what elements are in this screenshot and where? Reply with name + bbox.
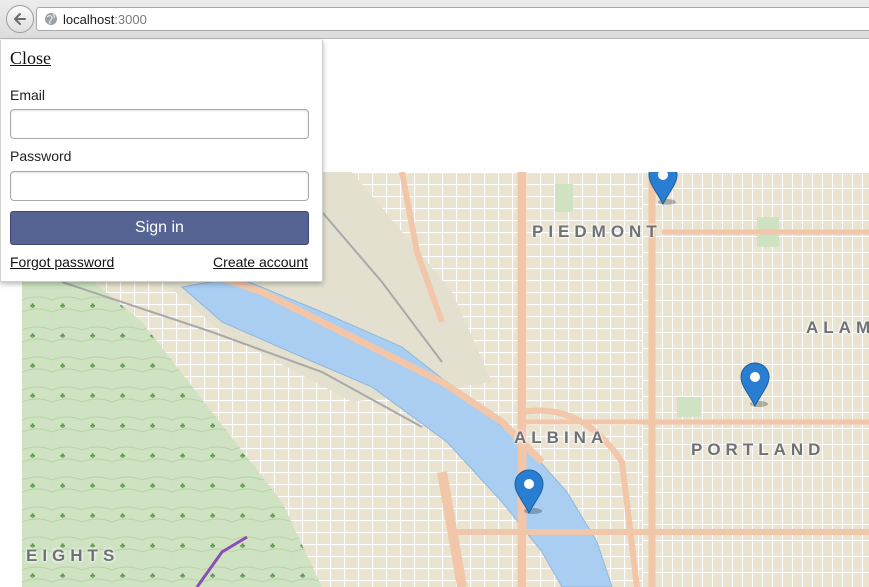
globe-icon	[44, 11, 60, 27]
email-label: Email	[10, 87, 46, 103]
url-host: localhost	[63, 11, 115, 27]
password-field[interactable]	[10, 171, 309, 201]
browser-toolbar: localhost:3000	[0, 0, 869, 39]
back-arrow-icon	[14, 13, 26, 25]
map-marker-icon[interactable]	[739, 362, 771, 408]
map-marker-icon[interactable]	[513, 469, 545, 515]
map-marker-icon[interactable]	[647, 172, 679, 206]
district-label-portland: PORTLAND	[691, 440, 826, 459]
sign-in-button[interactable]: Sign in	[10, 211, 309, 245]
district-label-heights: EIGHTS	[26, 546, 120, 565]
address-bar[interactable]: localhost:3000	[36, 7, 869, 31]
login-panel: Close Email Password Sign in Forgot pass…	[0, 40, 323, 282]
back-button[interactable]	[6, 5, 34, 33]
url-port: :3000	[114, 11, 147, 27]
district-label-albina: ALBINA	[514, 428, 609, 447]
password-label: Password	[10, 148, 72, 164]
district-label-piedmont: PIEDMONT	[532, 222, 662, 241]
url-text: localhost:3000	[63, 12, 147, 27]
email-field[interactable]	[10, 109, 309, 139]
create-account-link[interactable]: Create account	[213, 254, 308, 270]
close-link[interactable]: Close	[10, 48, 51, 69]
district-label-alameda: ALAM	[806, 318, 869, 337]
forgot-password-link[interactable]: Forgot password	[10, 254, 114, 270]
